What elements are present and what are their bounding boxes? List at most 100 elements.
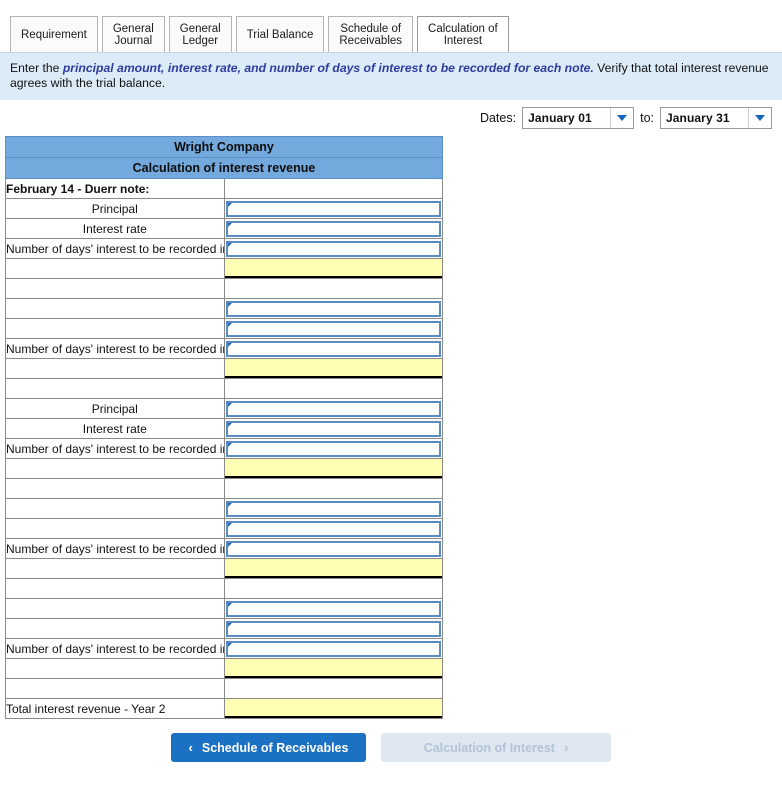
input-marker-icon <box>227 542 233 548</box>
table-row <box>5 278 443 299</box>
calculated-total-value <box>224 699 442 718</box>
tab-strip: Requirement General Journal General Ledger… <box>0 0 782 52</box>
row-label <box>5 618 225 639</box>
amount-input[interactable] <box>225 220 441 237</box>
prev-schedule-of-receivables-button[interactable]: ‹ Schedule of Receivables <box>171 733 366 762</box>
banner-emphasis-text: principal amount, interest rate, and num… <box>62 61 594 75</box>
table-row: Number of days' interest to be recorded … <box>5 638 443 659</box>
input-marker-icon <box>227 642 233 648</box>
amount-input[interactable] <box>225 300 441 317</box>
row-label <box>5 558 225 579</box>
amount-input[interactable] <box>225 640 441 657</box>
amount-input-cell[interactable] <box>223 638 443 659</box>
tab-trial-balance[interactable]: Trial Balance <box>235 16 325 52</box>
tab-general-journal[interactable]: General Journal <box>101 16 165 52</box>
date-from-select[interactable]: January 01 <box>522 107 635 129</box>
row-label: Interest rate <box>5 418 225 439</box>
amount-input[interactable] <box>225 540 441 557</box>
amount-input[interactable] <box>225 200 441 217</box>
amount-input-cell[interactable] <box>223 438 443 459</box>
table-row <box>5 598 443 619</box>
row-label <box>5 678 225 699</box>
tab-general-ledger[interactable]: General Ledger <box>168 16 232 52</box>
amount-input-cell[interactable] <box>223 198 443 219</box>
tab-calculation-of-interest[interactable]: Calculation of Interest <box>417 16 509 52</box>
input-marker-icon <box>227 242 233 248</box>
chevron-down-icon[interactable] <box>748 108 771 128</box>
input-marker-icon <box>227 342 233 348</box>
row-label <box>5 318 225 339</box>
calculated-total-cell <box>223 458 443 479</box>
date-to-select[interactable]: January 31 <box>660 107 772 129</box>
row-label: Principal <box>5 398 225 419</box>
amount-input[interactable] <box>225 600 441 617</box>
company-title: Wright Company <box>5 136 443 158</box>
table-row <box>5 658 443 679</box>
table-row: Number of days' interest to be recorded … <box>5 238 443 259</box>
row-label <box>5 518 225 539</box>
chevron-right-icon: › <box>563 740 569 755</box>
calculated-total-cell <box>223 658 443 679</box>
row-label: Number of days' interest to be recorded … <box>5 438 225 459</box>
table-row: Principal <box>5 198 443 219</box>
table-row <box>5 358 443 379</box>
table-row: Total interest revenue - Year 2 <box>5 698 443 719</box>
amount-input-cell[interactable] <box>223 598 443 619</box>
table-row <box>5 558 443 579</box>
amount-input-cell[interactable] <box>223 238 443 259</box>
input-marker-icon <box>227 302 233 308</box>
table-row <box>5 378 443 399</box>
amount-input-cell[interactable] <box>223 618 443 639</box>
amount-input[interactable] <box>225 500 441 517</box>
amount-input[interactable] <box>225 420 441 437</box>
date-to-value: January 31 <box>666 111 730 125</box>
worksheet-subtitle: Calculation of interest revenue <box>5 157 443 179</box>
row-label: Principal <box>5 198 225 219</box>
amount-input-cell[interactable] <box>223 398 443 419</box>
amount-input[interactable] <box>225 520 441 537</box>
amount-input[interactable] <box>225 320 441 337</box>
chevron-down-icon[interactable] <box>610 108 633 128</box>
empty-value-cell <box>223 278 443 299</box>
amount-input-cell[interactable] <box>223 418 443 439</box>
row-label: Total interest revenue - Year 2 <box>5 698 225 719</box>
empty-value-cell <box>223 378 443 399</box>
row-label: Number of days' interest to be recorded … <box>5 538 225 559</box>
calculated-total-value <box>224 459 442 478</box>
date-from-value: January 01 <box>528 111 592 125</box>
tab-schedule-of-receivables[interactable]: Schedule of Receivables <box>328 16 414 52</box>
banner-lead-text: Enter the <box>10 61 63 75</box>
interest-calculation-table: Wright Company Calculation of interest r… <box>5 136 443 719</box>
amount-input-cell[interactable] <box>223 498 443 519</box>
input-marker-icon <box>227 422 233 428</box>
amount-input-cell[interactable] <box>223 338 443 359</box>
table-row <box>5 258 443 279</box>
empty-value-cell <box>223 178 443 199</box>
amount-input[interactable] <box>225 620 441 637</box>
date-range-controls: Dates: January 01 to: January 31 <box>0 100 782 136</box>
amount-input-cell[interactable] <box>223 318 443 339</box>
calculated-total-cell <box>223 698 443 719</box>
calculated-total-cell <box>223 358 443 379</box>
chevron-left-icon: ‹ <box>188 740 193 755</box>
input-marker-icon <box>227 602 233 608</box>
amount-input[interactable] <box>225 240 441 257</box>
calculated-total-cell <box>223 558 443 579</box>
amount-input-cell[interactable] <box>223 298 443 319</box>
instruction-banner: Enter the principal amount, interest rat… <box>0 52 782 100</box>
row-label: Number of days' interest to be recorded … <box>5 238 225 259</box>
next-calculation-of-interest-button: Calculation of Interest › <box>381 733 611 762</box>
dates-to-label: to: <box>640 111 654 125</box>
amount-input[interactable] <box>225 440 441 457</box>
table-body: Wright Company Calculation of interest r… <box>5 136 443 719</box>
input-marker-icon <box>227 202 233 208</box>
amount-input[interactable] <box>225 400 441 417</box>
amount-input-cell[interactable] <box>223 218 443 239</box>
amount-input-cell[interactable] <box>223 538 443 559</box>
amount-input[interactable] <box>225 340 441 357</box>
amount-input-cell[interactable] <box>223 518 443 539</box>
row-label <box>5 578 225 599</box>
row-label <box>5 378 225 399</box>
calculated-total-value <box>224 659 442 678</box>
tab-requirement[interactable]: Requirement <box>10 16 98 52</box>
